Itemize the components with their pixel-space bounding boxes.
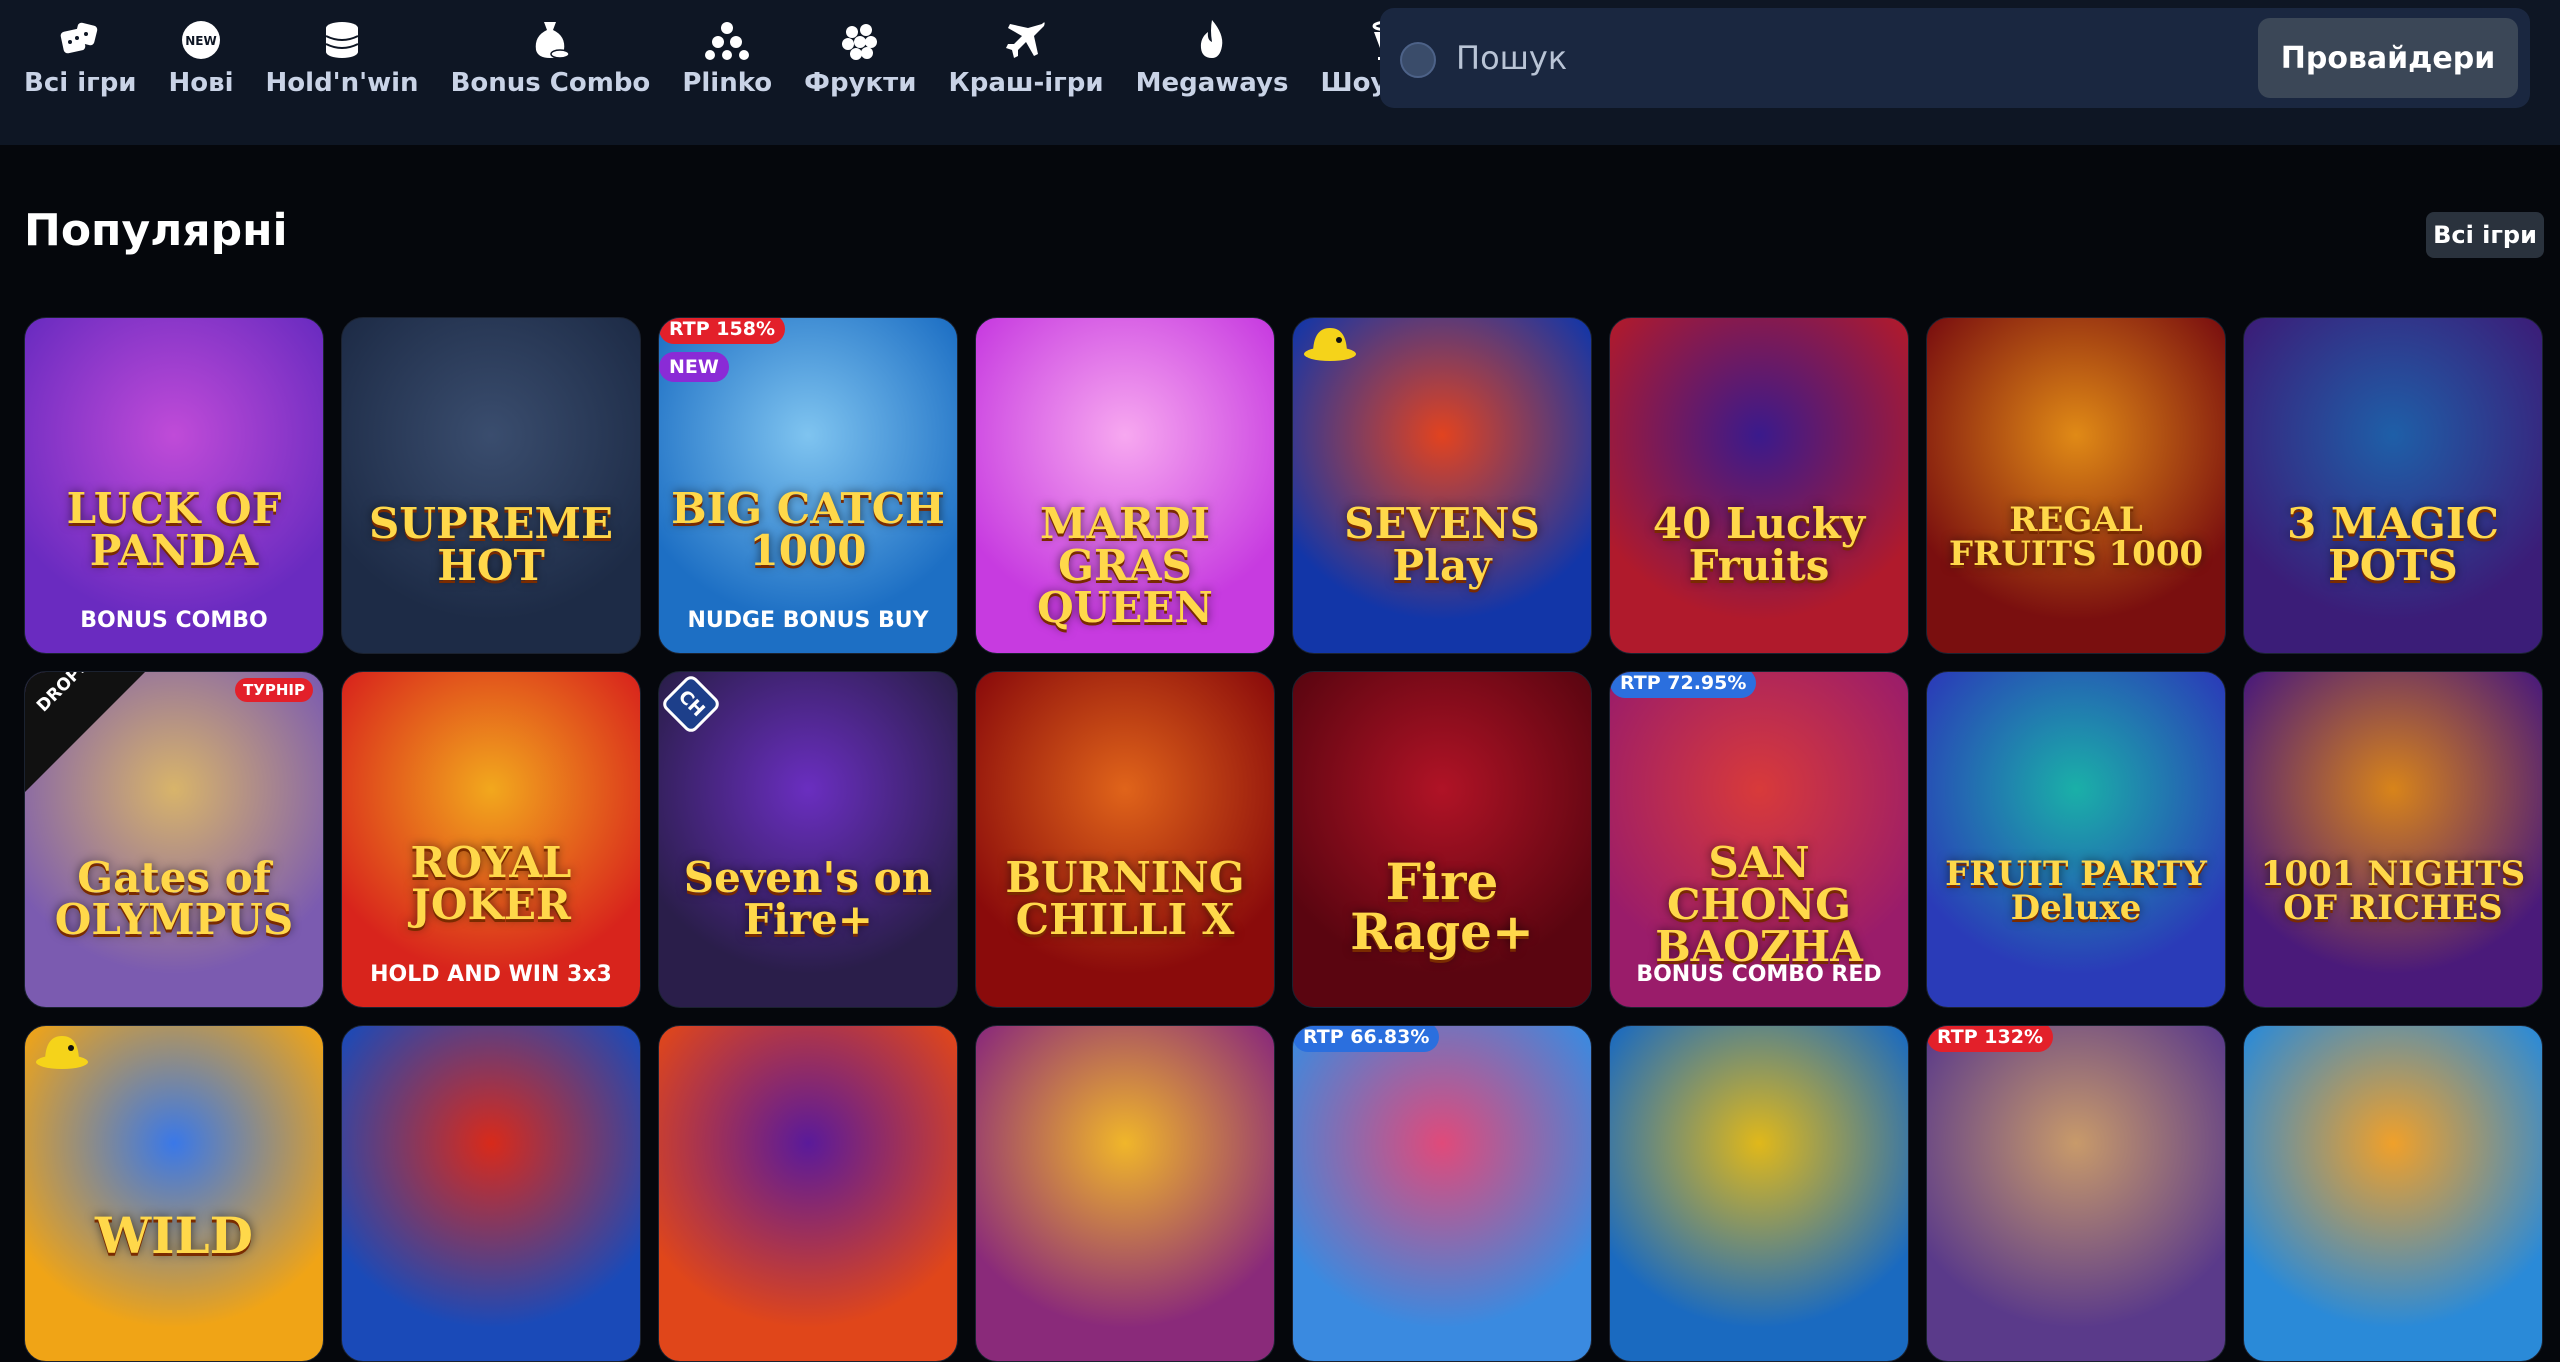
game-tile[interactable]: RTP 158% NEW BIG CATCH 1000 NUDGE BONUS BUY <box>658 317 958 654</box>
category-fruits[interactable]: Фрукти <box>804 0 916 98</box>
game-tile[interactable]: RTP 132% <box>1926 1025 2226 1362</box>
game-tile[interactable]: Fire Rage+ <box>1292 671 1592 1008</box>
provider-logo: CH <box>659 672 723 736</box>
category-plinko[interactable]: Plinko <box>682 0 772 98</box>
dice-icon <box>60 22 98 54</box>
game-title: Fire Rage+ <box>1350 852 1534 961</box>
all-games-button[interactable]: Всі ігри <box>2426 212 2544 258</box>
game-subtitle: BONUS COMBO <box>80 608 268 633</box>
game-subtitle: NUDGE BONUS BUY <box>687 608 929 633</box>
coins-stack-icon <box>325 22 359 58</box>
game-tile[interactable]: MARDI GRAS QUEEN <box>975 317 1275 654</box>
game-tile[interactable]: SUPREME HOT <box>341 317 641 654</box>
rtp-badge: RTP 72.95% <box>1610 672 1757 698</box>
game-tile[interactable] <box>975 1025 1275 1362</box>
game-tile[interactable]: WILD <box>24 1025 324 1362</box>
provider-hat-icon <box>36 1036 88 1069</box>
rtp-badge: RTP 158% <box>659 318 785 344</box>
category-megaways[interactable]: Megaways <box>1135 0 1289 98</box>
game-tile[interactable]: ROYAL JOKER HOLD AND WIN 3x3 <box>341 671 641 1008</box>
tournament-badge: ТУРНІР <box>235 678 313 702</box>
game-subtitle: HOLD AND WIN 3x3 <box>370 962 612 987</box>
game-tile[interactable]: 1001 NIGHTS OF RICHES <box>2243 671 2543 1008</box>
new-badge-icon: NEW <box>182 21 221 59</box>
game-tile[interactable] <box>658 1025 958 1362</box>
drops-and-wins-corner <box>25 672 145 792</box>
game-subtitle: BONUS COMBO RED <box>1636 962 1882 987</box>
game-title: Gates of OLYMPUS <box>54 853 294 944</box>
new-badge: NEW <box>659 352 729 382</box>
rtp-badge: RTP 66.83% <box>1293 1026 1440 1052</box>
category-label: Нові <box>168 68 234 98</box>
game-title: SEVENS Play <box>1344 499 1540 590</box>
game-tile[interactable]: REGAL FRUITS 1000 <box>1926 317 2226 654</box>
game-tile[interactable] <box>341 1025 641 1362</box>
game-title: 40 Lucky Fruits <box>1652 499 1866 590</box>
game-title: LUCK OF PANDA <box>66 484 282 575</box>
game-title: ROYAL JOKER <box>410 838 572 929</box>
section-title: Популярні <box>24 205 288 256</box>
category-bonus-combo[interactable]: Bonus Combo <box>450 0 651 98</box>
search-input[interactable] <box>1456 28 2256 88</box>
category-label: Краш-ігри <box>948 68 1104 98</box>
game-title: 3 MAGIC POTS <box>2287 499 2499 590</box>
category-new[interactable]: NEW Нові <box>169 0 234 98</box>
search-bar: Провайдери <box>1380 8 2530 108</box>
svg-text:NEW: NEW <box>185 34 216 48</box>
flame-icon <box>1200 20 1223 58</box>
game-tile[interactable]: 3 MAGIC POTS <box>2243 317 2543 654</box>
rtp-badge: RTP 132% <box>1927 1026 2053 1052</box>
game-tile[interactable]: FRUIT PARTY Deluxe <box>1926 671 2226 1008</box>
category-label: Фрукти <box>804 68 917 98</box>
game-title: 1001 NIGHTS OF RICHES <box>2260 854 2526 928</box>
game-tile[interactable]: BURNING CHILLI X <box>975 671 1275 1008</box>
money-bag-icon <box>536 22 571 59</box>
top-navigation-bar: Всі ігри NEW Нові Hold'n'win Bonus Combo… <box>0 0 2560 145</box>
plinko-balls-icon <box>705 22 750 60</box>
search-icon <box>1400 42 1436 78</box>
game-tile[interactable]: CH Seven's on Fire+ <box>658 671 958 1008</box>
game-tile[interactable]: RTP 66.83% <box>1292 1025 1592 1362</box>
provider-hat-icon <box>1304 328 1356 361</box>
game-title: SAN CHONG BAOZHA <box>1655 838 1863 971</box>
game-tile[interactable]: RTP 72.95% SAN CHONG BAOZHA BONUS COMBO RE… <box>1609 671 1909 1008</box>
game-tile[interactable] <box>2243 1025 2543 1362</box>
grapes-icon <box>842 24 878 60</box>
game-title: BIG CATCH 1000 <box>671 484 945 575</box>
category-hold-n-win[interactable]: Hold'n'win <box>266 0 419 98</box>
category-crash-games[interactable]: Краш-ігри <box>948 0 1104 98</box>
game-title: SUPREME HOT <box>369 499 613 590</box>
category-nav: Всі ігри NEW Нові Hold'n'win Bonus Combo… <box>24 0 1488 110</box>
game-title: REGAL FRUITS 1000 <box>1948 500 2204 574</box>
category-label: Hold'n'win <box>265 68 419 98</box>
category-label: Plinko <box>682 68 773 98</box>
game-tile[interactable] <box>1609 1025 1909 1362</box>
game-tile[interactable]: DROPS & WINSТУРНІРGates of OLYMPUS <box>24 671 324 1008</box>
providers-button[interactable]: Провайдери <box>2258 18 2518 98</box>
game-title: WILD <box>94 1206 254 1265</box>
game-title: MARDI GRAS QUEEN <box>1037 499 1213 632</box>
game-tile[interactable]: SEVENS Play <box>1292 317 1592 654</box>
game-title: BURNING CHILLI X <box>1005 853 1245 944</box>
game-title: FRUIT PARTY Deluxe <box>1945 854 2207 928</box>
category-label: Всі ігри <box>24 68 137 98</box>
category-label: Megaways <box>1135 68 1289 98</box>
game-title: Seven's on Fire+ <box>683 853 933 944</box>
airplane-icon <box>1006 22 1045 58</box>
game-tile[interactable]: 40 Lucky Fruits <box>1609 317 1909 654</box>
category-label: Bonus Combo <box>450 68 651 98</box>
category-all-games[interactable]: Всі ігри <box>24 0 137 98</box>
game-tile[interactable]: LUCK OF PANDA BONUS COMBO <box>24 317 324 654</box>
